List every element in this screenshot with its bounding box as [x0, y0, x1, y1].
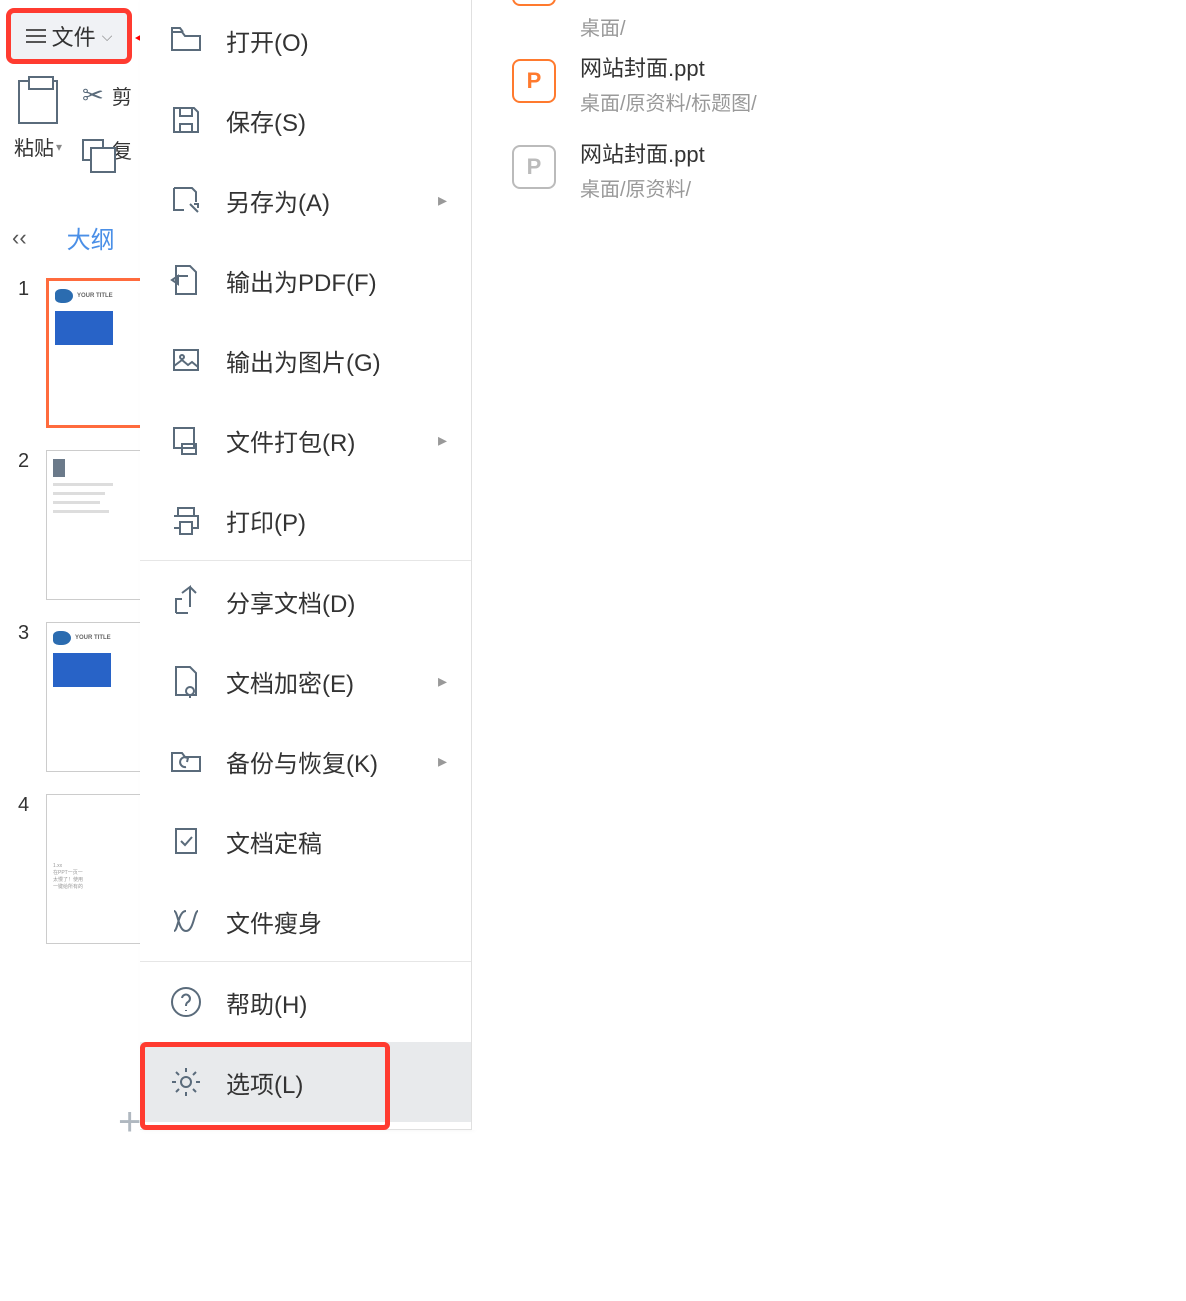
lock-icon: [168, 663, 204, 699]
collapse-icon[interactable]: ‹‹: [12, 225, 27, 251]
menu-share[interactable]: 分享文档(D): [140, 561, 471, 641]
printer-icon: [168, 502, 204, 538]
share-icon: [168, 583, 204, 619]
pdf-icon: [168, 262, 204, 298]
paste-label: 粘贴: [14, 132, 54, 161]
recent-file-path: 桌面/原资料/标题图/: [580, 87, 757, 116]
compress-icon: [168, 903, 204, 939]
copy-button[interactable]: 复: [82, 135, 132, 164]
recent-file-item[interactable]: P 网站封面.ppt 桌面/原资料/标题图/: [472, 40, 1172, 126]
help-icon: [168, 984, 204, 1020]
folder-open-icon: [168, 22, 204, 58]
recent-files-panel: 桌面/ P 网站封面.ppt 桌面/原资料/标题图/ P 网站封面.ppt 桌面…: [472, 0, 1172, 1130]
menu-help[interactable]: 帮助(H): [140, 962, 471, 1042]
menu-save-as[interactable]: 另存为(A): [140, 160, 471, 240]
scissors-icon: ✂: [82, 80, 104, 111]
menu-slim[interactable]: 文件瘦身: [140, 881, 471, 961]
menu-export-image[interactable]: 输出为图片(G): [140, 320, 471, 400]
copy-icon: [82, 139, 104, 161]
slide-panel: 1 YOUR TITLE 2 3 YOUR TITLE 4 1.xx 在PPT一…: [18, 278, 146, 944]
recent-file-title: 网站封面.ppt: [580, 51, 757, 83]
clipboard-icon: [18, 80, 58, 124]
check-doc-icon: [168, 823, 204, 859]
slide-thumbnail-2[interactable]: 2: [18, 450, 146, 600]
cut-label: 剪: [112, 81, 132, 110]
outline-header: ‹‹ 大纲: [12, 220, 115, 255]
slide-thumbnail-1[interactable]: 1 YOUR TITLE: [18, 278, 146, 428]
recent-file-path: 桌面/: [580, 12, 626, 41]
save-icon: [168, 102, 204, 138]
recent-file-item[interactable]: 桌面/: [472, 0, 1172, 40]
outline-tab[interactable]: 大纲: [67, 220, 115, 255]
file-button-label: 文件: [52, 20, 96, 52]
gear-icon: [168, 1064, 204, 1100]
menu-options[interactable]: 选项(L): [140, 1042, 471, 1122]
home-toolbar: 粘贴▾ ✂ 剪 复: [14, 80, 132, 164]
menu-open[interactable]: 打开(O): [140, 0, 471, 80]
file-menu-button[interactable]: 文件 ⌵: [6, 8, 132, 64]
menu-package[interactable]: 文件打包(R): [140, 400, 471, 480]
slide-thumbnail-4[interactable]: 4 1.xx 在PPT一页一太慢了！使用一键给所有的: [18, 794, 146, 944]
cut-button[interactable]: ✂ 剪: [82, 80, 132, 111]
paste-button[interactable]: 粘贴▾: [14, 80, 62, 161]
menu-backup[interactable]: 备份与恢复(K): [140, 721, 471, 801]
recent-file-path: 桌面/原资料/: [580, 173, 705, 202]
add-slide-button[interactable]: +: [118, 1100, 141, 1145]
image-icon: [168, 342, 204, 378]
menu-finalize[interactable]: 文档定稿: [140, 801, 471, 881]
hamburger-icon: [26, 29, 46, 43]
menu-encrypt[interactable]: 文档加密(E): [140, 641, 471, 721]
recent-file-title: 网站封面.ppt: [580, 137, 705, 169]
menu-print[interactable]: 打印(P): [140, 480, 471, 560]
recent-file-item[interactable]: P 网站封面.ppt 桌面/原资料/: [472, 126, 1172, 212]
file-dropdown-menu: 打开(O) 保存(S) 另存为(A) 输出为PDF(F) 输出为图片(G) 文件…: [140, 0, 472, 1130]
package-icon: [168, 422, 204, 458]
restore-icon: [168, 743, 204, 779]
menu-export-pdf[interactable]: 输出为PDF(F): [140, 240, 471, 320]
slide-thumbnail-3[interactable]: 3 YOUR TITLE: [18, 622, 146, 772]
menu-save[interactable]: 保存(S): [140, 80, 471, 160]
save-as-icon: [168, 182, 204, 218]
chevron-down-icon: ⌵: [102, 28, 113, 45]
